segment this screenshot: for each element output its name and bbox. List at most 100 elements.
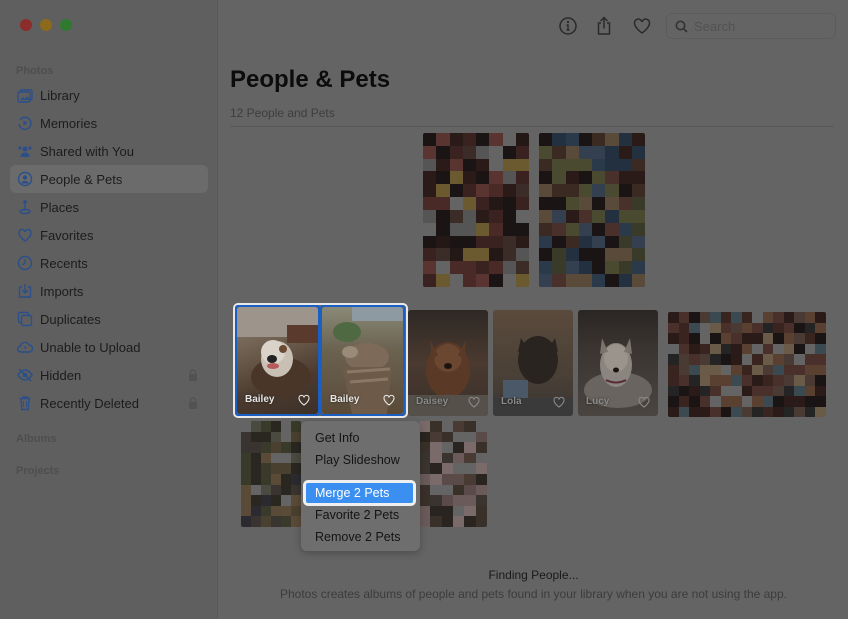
pixel-block — [752, 406, 763, 417]
pixel-block — [605, 145, 619, 159]
pixel-block — [251, 495, 261, 506]
pixel-block — [773, 406, 784, 417]
pixel-block — [441, 516, 453, 527]
share-button[interactable] — [593, 15, 615, 37]
pixel-block — [618, 261, 632, 275]
sidebar-item-people-and-pets[interactable]: People & Pets — [10, 165, 208, 193]
pixel-block — [475, 495, 487, 506]
pixel-block — [710, 312, 721, 323]
pixel-block — [502, 235, 516, 249]
pixel-block — [441, 431, 453, 443]
person-tile[interactable] — [419, 421, 487, 527]
sidebar-item-places[interactable]: Places — [10, 193, 208, 221]
menu-item-get-info[interactable]: Get Info — [301, 427, 420, 449]
pixel-block — [773, 312, 784, 323]
sidebar-item-favorites[interactable]: Favorites — [10, 221, 208, 249]
pixel-block — [605, 222, 619, 236]
search-field[interactable] — [666, 13, 836, 39]
pixel-block — [251, 452, 261, 464]
zoom-button[interactable] — [60, 19, 72, 31]
pixel-block — [449, 209, 463, 223]
pixel-block — [773, 354, 784, 365]
pixel-block — [804, 312, 816, 323]
pixel-block — [783, 343, 795, 354]
pixel-block — [578, 248, 592, 262]
pixel-block — [502, 184, 516, 198]
pixel-block — [578, 133, 592, 146]
pet-tile-lola[interactable]: Lola — [493, 310, 573, 416]
menu-item-play-slideshow[interactable]: Play Slideshow — [301, 449, 420, 471]
pixel-block — [436, 209, 450, 223]
pixel-block — [710, 385, 721, 396]
pixel-block — [804, 385, 816, 396]
import-icon — [16, 282, 34, 300]
sidebar-item-duplicates[interactable]: Duplicates — [10, 305, 208, 333]
pixel-block — [515, 261, 529, 275]
trash-icon — [16, 394, 34, 412]
pixel-block — [271, 495, 281, 506]
info-button[interactable] — [557, 15, 579, 37]
pixel-block — [565, 184, 579, 198]
pixel-block — [281, 505, 291, 517]
pixel-block — [631, 133, 645, 146]
library-icon — [16, 86, 34, 104]
pixel-block — [281, 463, 291, 474]
sidebar-item-recently-deleted[interactable]: Recently Deleted — [10, 389, 208, 417]
pixel-block — [752, 312, 763, 323]
favorite-button[interactable] — [631, 15, 653, 37]
sidebar-item-library[interactable]: Library — [10, 81, 208, 109]
close-button[interactable] — [20, 19, 32, 31]
person-tile[interactable] — [539, 133, 645, 287]
pixel-block — [462, 171, 476, 185]
pixel-block — [720, 322, 732, 333]
window-controls — [20, 19, 72, 31]
person-tile[interactable] — [668, 312, 826, 417]
pixel-block — [539, 171, 553, 185]
sidebar-item-imports[interactable]: Imports — [10, 277, 208, 305]
sidebar-item-hidden[interactable]: Hidden — [10, 361, 208, 389]
sidebar-item-shared-with-you[interactable]: Shared with You — [10, 137, 208, 165]
pixel-block — [291, 474, 301, 485]
pixel-block — [241, 495, 251, 506]
heart-icon[interactable] — [468, 396, 480, 408]
search-input[interactable] — [694, 18, 824, 34]
pet-tile-lucy[interactable]: Lucy — [578, 310, 658, 416]
menu-item-favorite-pets[interactable]: Favorite 2 Pets — [301, 504, 420, 526]
heart-icon[interactable] — [638, 396, 650, 408]
heart-icon[interactable] — [553, 396, 565, 408]
pixel-block — [464, 474, 476, 485]
pixel-block — [515, 235, 529, 249]
pixel-block — [552, 222, 566, 236]
pixel-block — [783, 312, 795, 323]
menu-item-remove-pets[interactable]: Remove 2 Pets — [301, 526, 420, 548]
person-tile[interactable] — [423, 133, 529, 287]
pixel-block — [489, 184, 503, 198]
pixel-block — [731, 396, 742, 407]
pixel-block — [261, 495, 271, 506]
main-content: People & Pets 12 People and Pets Bailey … — [219, 0, 848, 619]
pixel-block — [251, 442, 261, 453]
section-projects[interactable]: Projects — [16, 465, 59, 477]
sidebar-item-recents[interactable]: Recents — [10, 249, 208, 277]
pixel-block — [423, 209, 437, 223]
sidebar-item-memories[interactable]: Memories — [10, 109, 208, 137]
sidebar-item-unable-to-upload[interactable]: Unable to Upload — [10, 333, 208, 361]
pixel-block — [762, 312, 774, 323]
pixel-block — [752, 322, 763, 333]
pixel-block — [419, 474, 431, 485]
pixel-block — [419, 463, 431, 474]
pixel-block — [773, 375, 784, 386]
menu-item-merge-pets[interactable]: Merge 2 Pets — [301, 480, 420, 506]
pixel-block — [449, 235, 463, 249]
pixel-block — [452, 452, 465, 464]
pixel-block — [762, 322, 774, 333]
person-tile[interactable] — [241, 421, 301, 527]
section-albums[interactable]: Albums — [16, 433, 56, 445]
pixel-block — [678, 385, 690, 396]
pixel-block — [578, 261, 592, 275]
pixel-block — [291, 421, 301, 432]
pet-tile-daisey[interactable]: Daisey — [408, 310, 488, 416]
pixel-block — [261, 421, 271, 432]
minimize-button[interactable] — [40, 19, 52, 31]
pixel-block — [436, 133, 450, 146]
